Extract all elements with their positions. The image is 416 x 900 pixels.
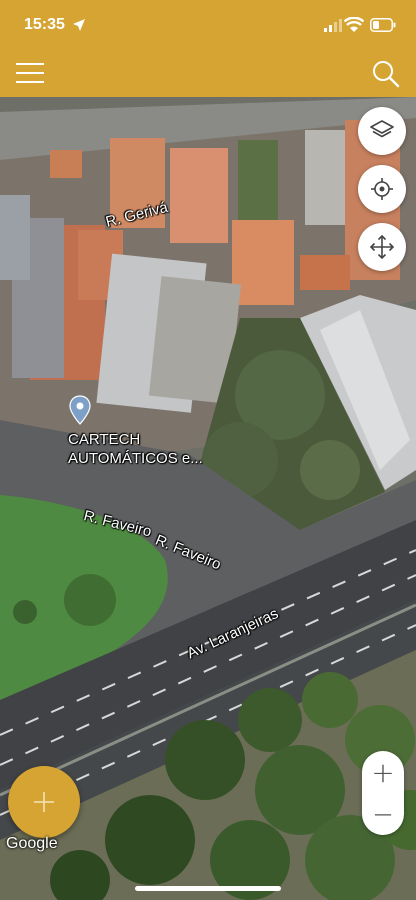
home-indicator[interactable] <box>135 886 281 891</box>
poi-label-line1: CARTECH <box>68 431 141 448</box>
plus-icon: + <box>371 755 395 789</box>
layers-button[interactable] <box>358 107 406 155</box>
zoom-in-button[interactable]: + <box>362 751 404 793</box>
location-arrow-icon <box>73 19 85 31</box>
minus-icon: — <box>374 803 392 825</box>
app-root: 15:35 R. Gerivá CARTECH AUTOMÁTICOS e...… <box>0 0 416 900</box>
search-button[interactable] <box>370 58 402 90</box>
poi-label-line2: AUTOMÁTICOS e... <box>68 450 203 467</box>
crosshair-icon <box>371 178 393 200</box>
search-icon <box>373 61 400 88</box>
hamburger-menu-icon <box>16 63 44 83</box>
battery-icon <box>370 18 396 32</box>
map-pin-icon[interactable] <box>68 395 92 425</box>
wifi-icon <box>344 17 364 32</box>
locate-me-button[interactable] <box>358 165 406 213</box>
zoom-control: + — <box>362 751 404 835</box>
plus-icon <box>34 792 54 812</box>
add-fab-button[interactable] <box>8 766 80 838</box>
zoom-out-button[interactable]: — <box>362 793 404 835</box>
status-time: 15:35 <box>24 16 65 33</box>
menu-button[interactable] <box>14 58 46 88</box>
app-header: 15:35 <box>0 0 416 97</box>
cellular-signal-icon <box>324 19 342 32</box>
move-button[interactable] <box>358 223 406 271</box>
google-attribution: Google <box>6 835 58 852</box>
move-arrows-icon <box>369 234 395 260</box>
layers-icon <box>370 120 394 138</box>
